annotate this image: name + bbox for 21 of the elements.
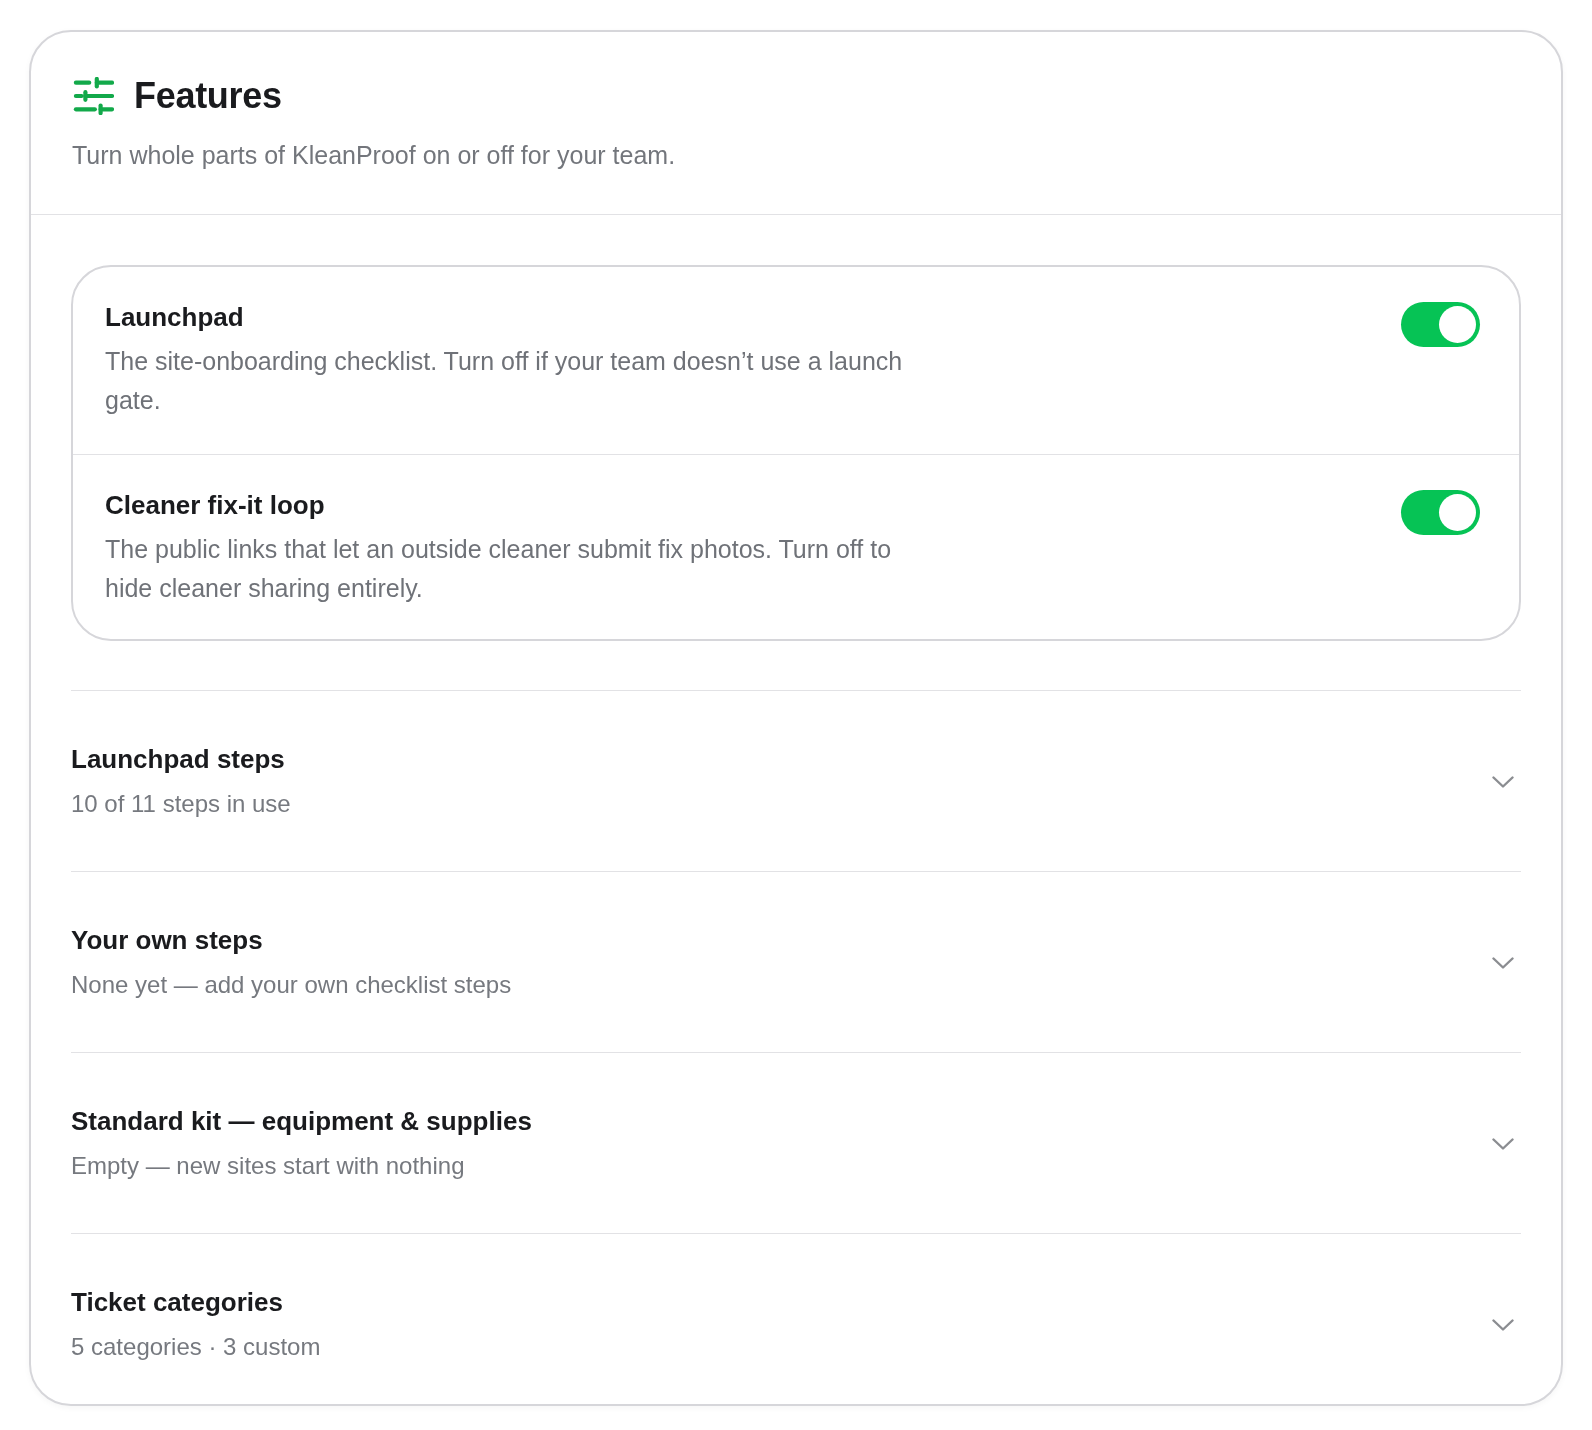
section-summary: Empty — new sites start with nothing — [71, 1151, 466, 1181]
page-subtitle: Turn whole parts of KleanProof on or off for your team. — [72, 140, 677, 171]
sliders-icon — [72, 77, 114, 115]
feature-description: The site-onboarding checklist. Turn off if your team doesn’t use a launch gate. — [105, 346, 904, 416]
chevron-icon[interactable] — [1492, 1137, 1514, 1150]
chevron-icon[interactable] — [1492, 1318, 1514, 1331]
section-title: Standard kit — equipment & supplies — [71, 1105, 532, 1138]
chevron-icon[interactable] — [1492, 775, 1514, 788]
page-title: Features — [134, 76, 282, 116]
feature-description: The public links that let an outside cleaner submit fix photos. Turn off to hide cleaner sharing entirely. — [105, 534, 893, 604]
toggle-switch[interactable] — [1401, 302, 1480, 347]
section-summary: 10 of 11 steps in use — [71, 789, 291, 819]
feature-title: Launchpad — [105, 301, 245, 334]
section-title: Launchpad steps — [71, 743, 286, 776]
section-summary: None yet — add your own checklist steps — [71, 970, 512, 1000]
feature-title: Cleaner fix-it loop — [105, 489, 326, 522]
section-summary: 5 categories · 3 custom — [71, 1332, 321, 1362]
section-title: Your own steps — [71, 924, 264, 957]
toggle-switch[interactable] — [1401, 490, 1480, 535]
section-title: Ticket categories — [71, 1286, 284, 1319]
chevron-icon[interactable] — [1492, 956, 1514, 969]
